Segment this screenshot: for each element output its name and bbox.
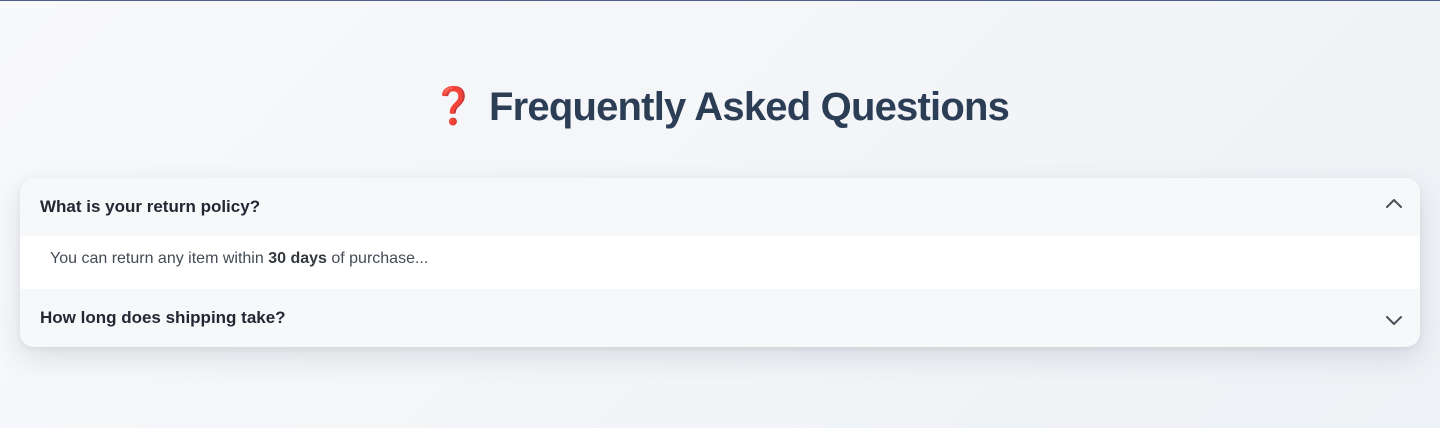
chevron-up-icon[interactable]	[1384, 194, 1404, 214]
faq-question-shipping[interactable]: How long does shipping take?	[20, 289, 1420, 347]
faq-answer-return-policy: You can return any item within 30 days o…	[20, 236, 1420, 289]
faq-answer-text: You can return any item within 30 days o…	[50, 236, 428, 282]
faq-answer-emphasis: 30 days	[268, 250, 327, 267]
faq-accordion: What is your return policy? You can retu…	[20, 178, 1420, 347]
faq-question-return-policy[interactable]: What is your return policy?	[20, 178, 1420, 236]
faq-answer-suffix: of purchase...	[326, 250, 429, 267]
question-mark-icon: ❓	[430, 85, 476, 126]
page-title: ❓ Frequently Asked Questions	[0, 83, 1440, 132]
chevron-down-icon[interactable]	[1384, 310, 1404, 330]
page-title-text: Frequently Asked Questions	[488, 85, 1010, 129]
faq-question-text: How long does shipping take?	[40, 308, 286, 327]
faq-question-text: What is your return policy?	[40, 197, 261, 216]
faq-answer-prefix: You can return any item within	[50, 250, 269, 267]
